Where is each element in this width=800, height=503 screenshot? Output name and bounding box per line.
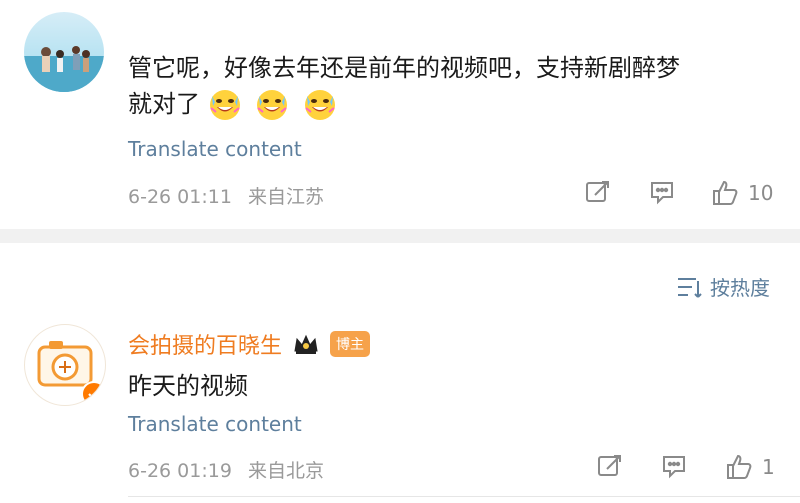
sort-by-hot[interactable]: 按热度 xyxy=(676,272,770,301)
share-button[interactable] xyxy=(584,178,612,206)
sort-icon xyxy=(676,275,702,299)
comment-icon xyxy=(660,452,688,480)
crown-icon xyxy=(292,333,320,355)
share-icon xyxy=(596,452,624,480)
comment-meta: 6-26 01:19 来自北京 xyxy=(128,456,324,483)
grin-sweat-emoji-icon xyxy=(208,88,242,122)
comment-time: 6-26 01:11 xyxy=(128,186,232,208)
sort-label: 按热度 xyxy=(710,276,770,300)
grin-sweat-emoji-icon xyxy=(255,88,289,122)
verified-check-icon xyxy=(87,387,101,401)
like-count: 10 xyxy=(748,181,774,205)
comment-location: 来自北京 xyxy=(247,460,324,482)
comment-text: 管它呢，好像去年还是前年的视频吧，支持新剧醉梦 就对了 xyxy=(128,50,778,122)
comment-meta: 6-26 01:11 来自江苏 xyxy=(128,182,324,209)
comment-text-line-1: 管它呢，好像去年还是前年的视频吧，支持新剧醉梦 xyxy=(128,54,680,82)
bottom-divider xyxy=(128,496,800,497)
comment-icon xyxy=(648,178,676,206)
username[interactable]: 会拍摄的百晓生 xyxy=(128,328,282,360)
thumbs-up-icon xyxy=(710,178,740,208)
comment-header: 会拍摄的百晓生 博主 xyxy=(128,328,371,360)
verified-badge xyxy=(81,381,105,405)
comment-text-line-2-text: 就对了 xyxy=(128,90,200,118)
like-button[interactable]: 10 xyxy=(710,178,773,208)
comment-text: 昨天的视频 xyxy=(128,372,248,400)
comment-button[interactable] xyxy=(660,452,688,480)
avatar[interactable] xyxy=(24,324,106,406)
grin-sweat-emoji-icon xyxy=(303,88,337,122)
comment-location: 来自江苏 xyxy=(247,186,324,208)
share-icon xyxy=(584,178,612,206)
comment-button[interactable] xyxy=(648,178,676,206)
like-count: 1 xyxy=(762,455,775,479)
translate-content-link[interactable]: Translate content xyxy=(128,137,302,161)
comment-text-line-2: 就对了 xyxy=(128,86,778,122)
translate-content-link[interactable]: Translate content xyxy=(128,412,302,436)
like-button[interactable]: 1 xyxy=(724,452,775,482)
thumbs-up-icon xyxy=(724,452,754,482)
section-divider xyxy=(0,229,800,243)
avatar[interactable] xyxy=(24,12,104,92)
share-button[interactable] xyxy=(596,452,624,480)
comment-time: 6-26 01:19 xyxy=(128,460,232,482)
blog-badge: 博主 xyxy=(330,331,371,357)
